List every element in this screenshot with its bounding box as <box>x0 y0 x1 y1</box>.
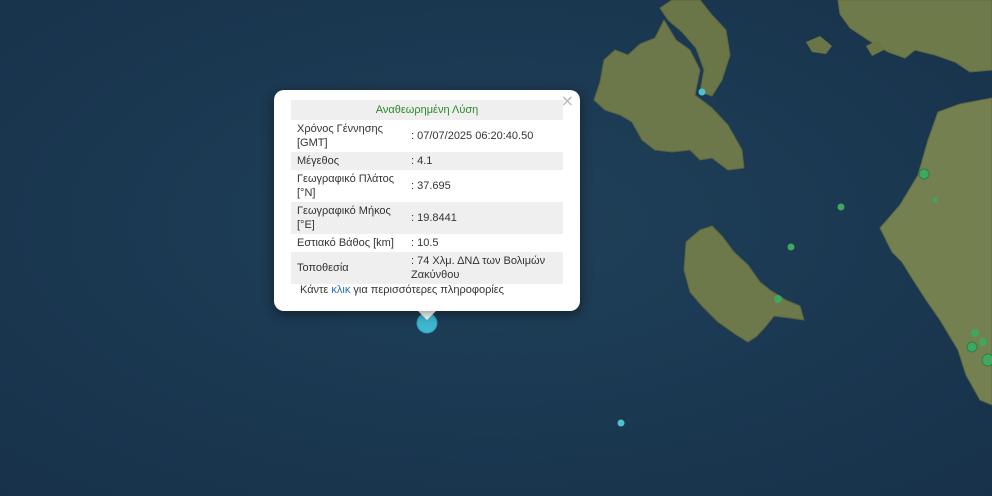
more-info-text: Κάντε κλικ για περισσότερες πληροφορίες <box>300 284 504 296</box>
origin-time-value: : 07/07/2025 06:20:40.50 <box>411 130 534 142</box>
detail-row: Γεωγραφικό Πλάτος [°N] : 37.695 <box>291 170 563 202</box>
earthquake-marker[interactable] <box>966 341 978 353</box>
earthquake-info-popup: × Αναθεωρημένη Λύση Χρόνος Γέννησης [GMT… <box>274 90 580 311</box>
origin-time-label: Χρόνος Γέννησης [GMT] <box>297 123 383 149</box>
detail-row: Χρόνος Γέννησης [GMT] : 07/07/2025 06:20… <box>291 120 563 152</box>
detail-row: Τοποθεσία : 74 Χλμ. ΔΝΔ των Βολιμών Ζακύ… <box>291 252 563 284</box>
longitude-value: : 19.8441 <box>407 202 563 234</box>
depth-label: Εστιακό Βάθος [km] <box>297 237 394 249</box>
earthquake-marker[interactable] <box>932 197 938 203</box>
earthquake-details-table: Αναθεωρημένη Λύση Χρόνος Γέννησης [GMT] … <box>291 100 563 284</box>
magnitude-label: Μέγεθος <box>291 152 407 170</box>
more-info-prefix: Κάντε <box>300 284 332 296</box>
longitude-label: Γεωγραφικό Μήκος [°E] <box>291 202 407 234</box>
popup-title: Αναθεωρημένη Λύση <box>291 100 563 120</box>
depth-value: : 10.5 <box>411 237 439 249</box>
detail-row: Γεωγραφικό Μήκος [°E] : 19.8441 <box>291 202 563 234</box>
latitude-label: Γεωγραφικό Πλάτος [°N] <box>297 173 395 199</box>
earthquake-marker[interactable] <box>774 295 782 303</box>
magnitude-value: : 4.1 <box>407 152 563 170</box>
earthquake-marker[interactable] <box>979 338 987 346</box>
more-info-link[interactable]: κλικ <box>331 284 350 296</box>
popup-pointer <box>417 310 437 320</box>
earthquake-marker[interactable] <box>918 168 930 180</box>
earthquake-marker[interactable] <box>617 419 625 427</box>
earthquake-marker[interactable] <box>787 243 795 251</box>
detail-row: Εστιακό Βάθος [km] : 10.5 <box>291 234 563 252</box>
earthquake-marker[interactable] <box>981 353 992 367</box>
location-value: : 74 Χλμ. ΔΝΔ των Βολιμών Ζακύνθου <box>407 252 563 284</box>
earthquake-marker[interactable] <box>971 329 979 337</box>
location-label: Τοποθεσία <box>291 252 407 284</box>
earthquake-marker[interactable] <box>837 203 845 211</box>
more-info-suffix: για περισσότερες πληροφορίες <box>350 284 504 296</box>
earthquake-marker[interactable] <box>698 88 706 96</box>
latitude-value: : 37.695 <box>411 180 451 192</box>
detail-row: Μέγεθος : 4.1 <box>291 152 563 170</box>
